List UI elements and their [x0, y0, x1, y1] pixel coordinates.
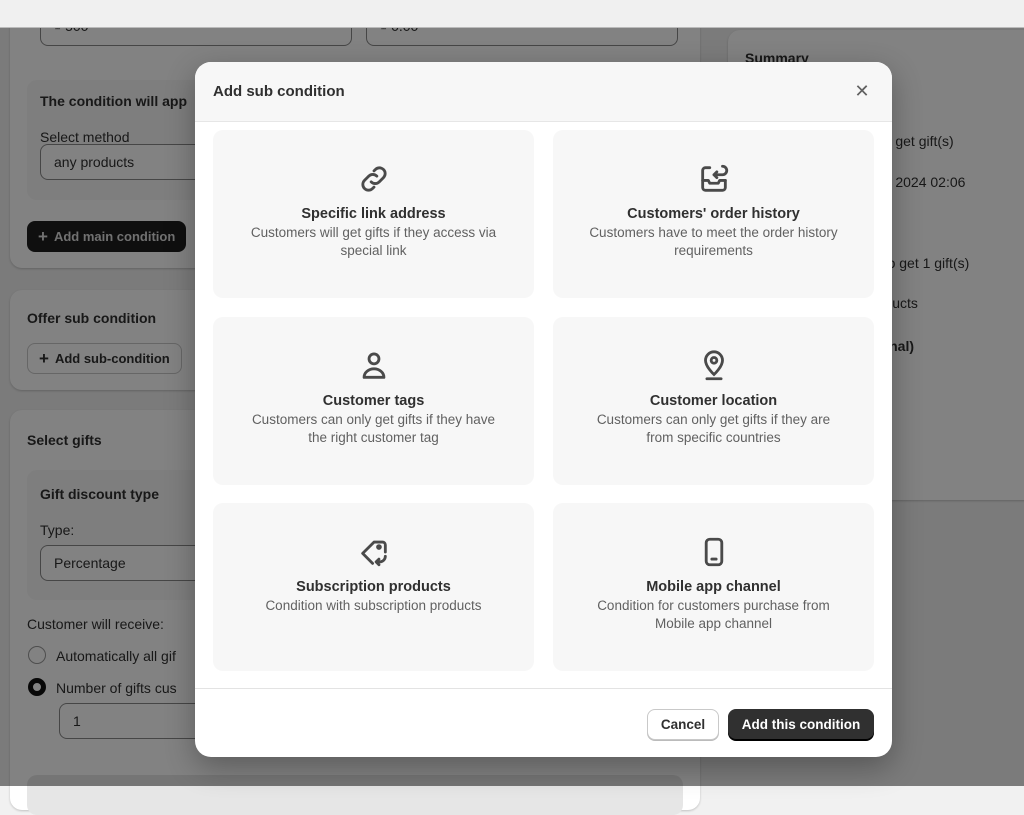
option-title: Customers' order history: [627, 206, 800, 222]
option-order-history[interactable]: Customers' order history Customers have …: [553, 130, 874, 298]
add-sub-condition-modal: Add sub condition ✕ Specific link addres…: [195, 62, 892, 757]
person-icon: [362, 352, 385, 379]
add-this-condition-button[interactable]: Add this condition: [728, 709, 874, 740]
option-title: Subscription products: [296, 579, 451, 595]
order-history-icon: [700, 164, 728, 192]
option-title: Customer tags: [322, 393, 425, 409]
browser-top-bar: [0, 0, 1024, 28]
subscription-tag-icon: [360, 540, 387, 567]
option-description: Customers will get gifts if they access …: [250, 225, 497, 258]
mobile-phone-icon: [704, 537, 723, 567]
option-customer-tags[interactable]: Customer tags Customers can only get gif…: [213, 317, 534, 485]
option-specific-link[interactable]: Specific link address Customers will get…: [213, 130, 534, 298]
option-title: Customer location: [649, 393, 778, 409]
link-icon: [360, 166, 387, 192]
option-subscription-products[interactable]: Subscription products Condition with sub…: [213, 503, 534, 671]
option-title: Mobile app channel: [646, 579, 781, 595]
option-customer-location[interactable]: Customer location Customers can only get…: [553, 317, 874, 485]
option-description: Customers can only get gifts if they are…: [596, 412, 831, 445]
option-mobile-app-channel[interactable]: Mobile app channel Condition for custome…: [553, 503, 874, 671]
modal-header: Add sub condition ✕: [195, 62, 892, 122]
close-icon[interactable]: ✕: [850, 81, 874, 102]
location-pin-icon: [703, 350, 724, 381]
modal-footer: Cancel Add this condition: [195, 688, 892, 757]
option-description: Customers can only get gifts if they hav…: [251, 412, 496, 445]
cancel-button[interactable]: Cancel: [647, 709, 719, 740]
modal-title: Add sub condition: [213, 83, 345, 100]
option-description: Customers have to meet the order history…: [589, 225, 838, 258]
option-description: Condition for customers purchase from Mo…: [597, 598, 830, 631]
option-description: Condition with subscription products: [265, 598, 482, 613]
option-title: Specific link address: [301, 206, 446, 222]
